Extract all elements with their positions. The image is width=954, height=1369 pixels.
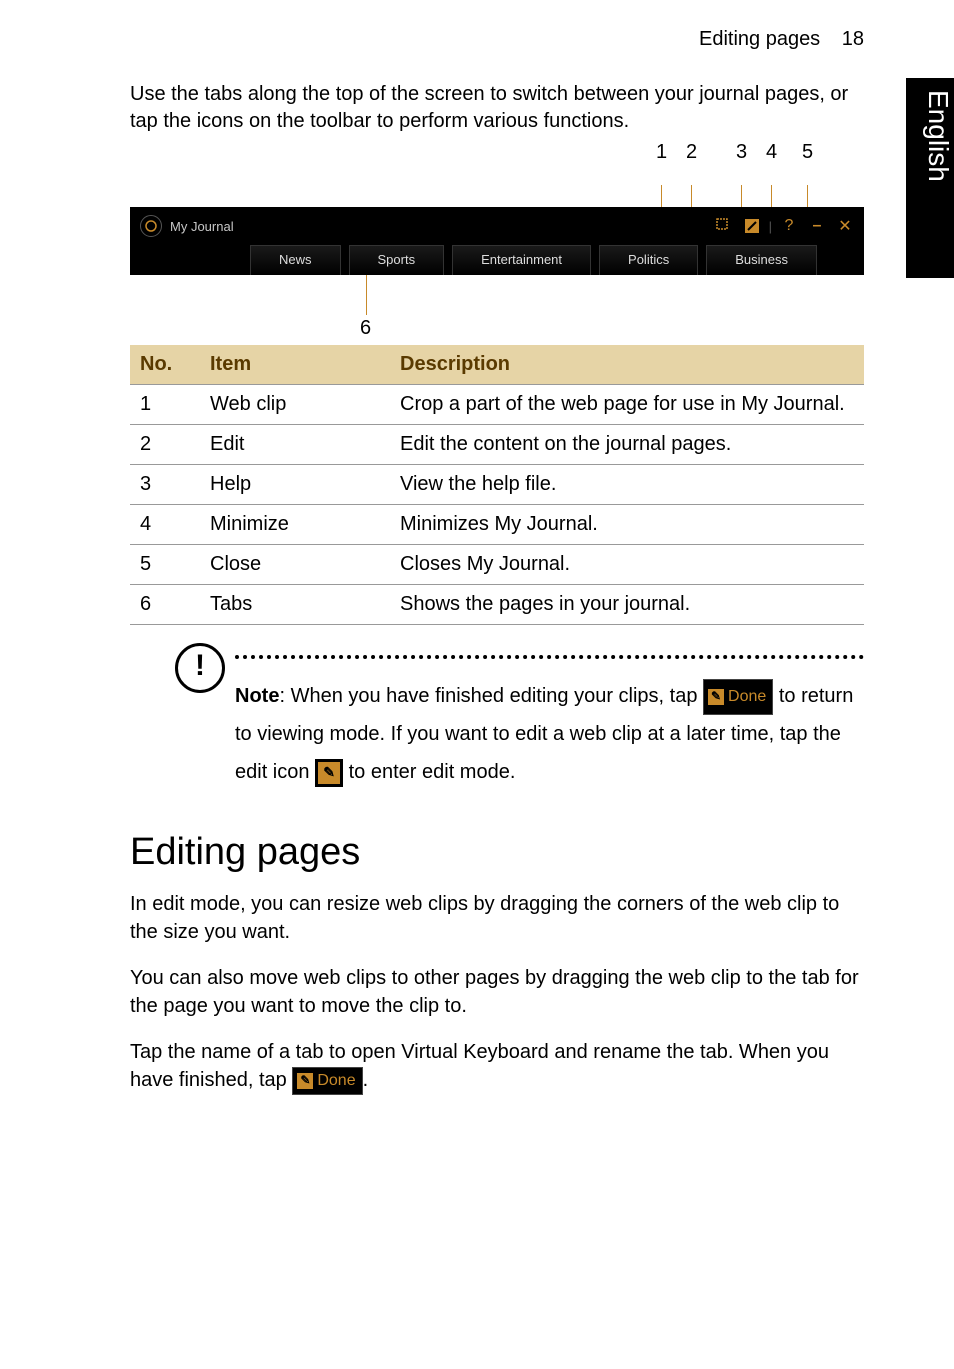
tab-news[interactable]: News bbox=[250, 245, 341, 275]
th-item: Item bbox=[200, 345, 390, 385]
note-bold: Note bbox=[235, 685, 279, 707]
p3-part-a: Tap the name of a tab to open Virtual Ke… bbox=[130, 1041, 829, 1091]
cell-desc: View the help file. bbox=[390, 465, 864, 505]
close-icon[interactable]: ✕ bbox=[834, 215, 856, 237]
callouts-top: 1 2 3 4 5 bbox=[130, 141, 864, 185]
callout-1: 1 bbox=[656, 141, 667, 164]
cell-desc: Minimizes My Journal. bbox=[390, 505, 864, 545]
pencil-icon: ✎ bbox=[708, 689, 724, 705]
cell-no: 2 bbox=[130, 425, 200, 465]
page-number: 18 bbox=[842, 28, 864, 50]
help-icon[interactable]: ? bbox=[778, 215, 800, 237]
done-label: Done bbox=[317, 1070, 355, 1092]
paragraph-3: Tap the name of a tab to open Virtual Ke… bbox=[130, 1038, 864, 1095]
edit-badge-icon[interactable]: ✎ bbox=[315, 759, 343, 787]
table-row: 1 Web clip Crop a part of the web page f… bbox=[130, 385, 864, 425]
tab-entertainment[interactable]: Entertainment bbox=[452, 245, 591, 275]
cell-desc: Crop a part of the web page for use in M… bbox=[390, 385, 864, 425]
cell-no: 4 bbox=[130, 505, 200, 545]
page-header: Editing pages 18 bbox=[130, 28, 864, 51]
language-tab: English bbox=[906, 78, 954, 278]
note-text: Note: When you have finished editing you… bbox=[235, 677, 864, 791]
cell-item: Edit bbox=[200, 425, 390, 465]
pencil-icon: ✎ bbox=[297, 1073, 313, 1089]
th-no: No. bbox=[130, 345, 200, 385]
th-desc: Description bbox=[390, 345, 864, 385]
p3-part-b: . bbox=[363, 1069, 369, 1091]
cell-no: 5 bbox=[130, 545, 200, 585]
section-heading: Editing pages bbox=[130, 831, 864, 874]
webclip-icon[interactable] bbox=[713, 215, 735, 237]
tab-politics[interactable]: Politics bbox=[599, 245, 698, 275]
cell-item: Help bbox=[200, 465, 390, 505]
table-row: 3 Help View the help file. bbox=[130, 465, 864, 505]
paragraph-2: You can also move web clips to other pag… bbox=[130, 964, 864, 1020]
callout-bottom-group: 6 bbox=[130, 275, 864, 335]
cell-desc: Shows the pages in your journal. bbox=[390, 585, 864, 625]
cell-no: 3 bbox=[130, 465, 200, 505]
description-table: No. Item Description 1 Web clip Crop a p… bbox=[130, 345, 864, 625]
callout-3: 3 bbox=[736, 141, 747, 164]
paragraph-1: In edit mode, you can resize web clips b… bbox=[130, 890, 864, 946]
note-part1: : When you have finished editing your cl… bbox=[279, 685, 703, 707]
cell-item: Minimize bbox=[200, 505, 390, 545]
table-row: 2 Edit Edit the content on the journal p… bbox=[130, 425, 864, 465]
callout-4: 4 bbox=[766, 141, 777, 164]
cell-item: Web clip bbox=[200, 385, 390, 425]
cell-item: Tabs bbox=[200, 585, 390, 625]
callout-6: 6 bbox=[360, 317, 371, 340]
note-block: ! Note: When you have finished editing y… bbox=[180, 655, 864, 791]
intro-paragraph: Use the tabs along the top of the screen… bbox=[130, 81, 864, 135]
tab-strip: News Sports Entertainment Politics Busin… bbox=[130, 245, 864, 275]
cell-no: 1 bbox=[130, 385, 200, 425]
app-toolbar: My Journal | ? – ✕ bbox=[130, 207, 864, 245]
callout-2: 2 bbox=[686, 141, 697, 164]
tab-sports[interactable]: Sports bbox=[349, 245, 445, 275]
app-title: My Journal bbox=[170, 219, 234, 234]
header-title: Editing pages bbox=[699, 28, 820, 50]
callout-ticks bbox=[130, 185, 864, 207]
cell-desc: Edit the content on the journal pages. bbox=[390, 425, 864, 465]
table-row: 4 Minimize Minimizes My Journal. bbox=[130, 505, 864, 545]
done-label: Done bbox=[728, 682, 766, 712]
cell-item: Close bbox=[200, 545, 390, 585]
app-logo-icon bbox=[140, 215, 162, 237]
cell-desc: Closes My Journal. bbox=[390, 545, 864, 585]
cell-no: 6 bbox=[130, 585, 200, 625]
done-badge[interactable]: ✎Done bbox=[292, 1067, 362, 1095]
page-content: Editing pages 18 Use the tabs along the … bbox=[0, 0, 954, 1095]
edit-icon[interactable] bbox=[741, 215, 763, 237]
tab-business[interactable]: Business bbox=[706, 245, 817, 275]
minimize-icon[interactable]: – bbox=[806, 215, 828, 237]
table-row: 6 Tabs Shows the pages in your journal. bbox=[130, 585, 864, 625]
note-part3: to enter edit mode. bbox=[349, 761, 516, 783]
done-badge[interactable]: ✎Done bbox=[703, 679, 773, 715]
callout-5: 5 bbox=[802, 141, 813, 164]
note-icon: ! bbox=[175, 643, 225, 693]
table-row: 5 Close Closes My Journal. bbox=[130, 545, 864, 585]
